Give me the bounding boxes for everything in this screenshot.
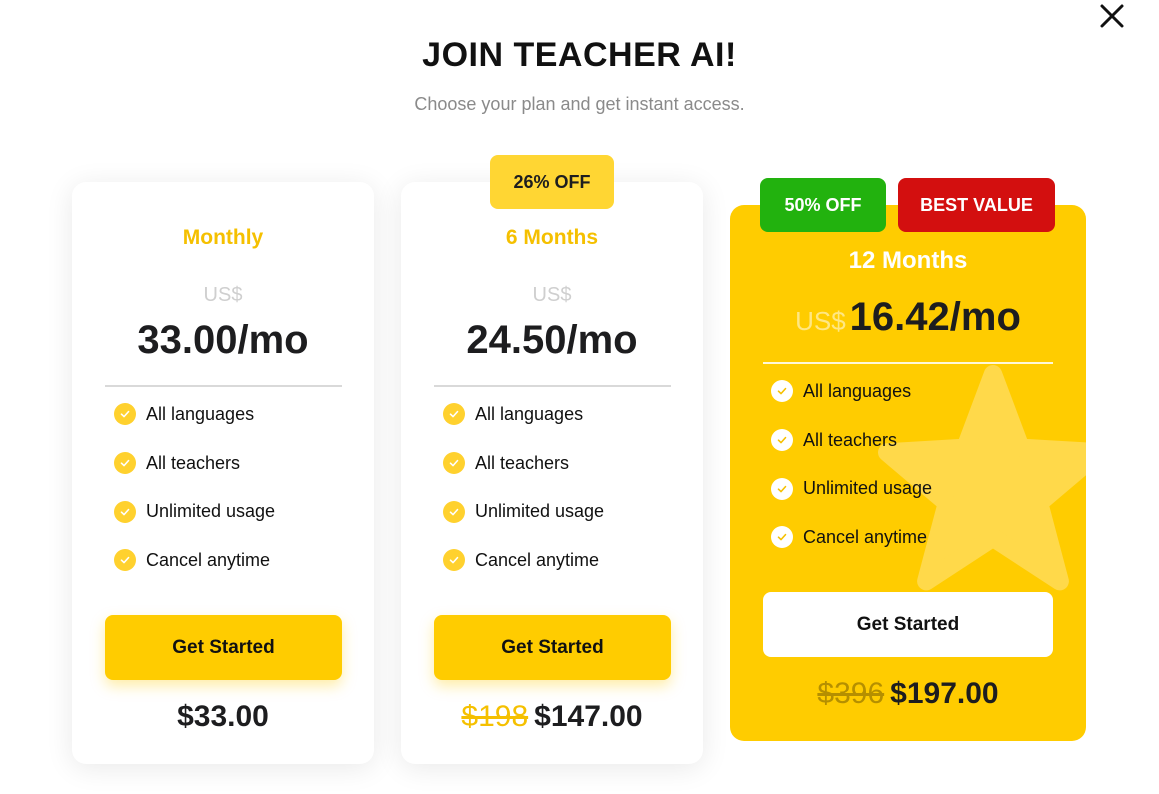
- feature-label: All teachers: [803, 429, 898, 450]
- divider: [434, 385, 671, 387]
- feature-item: Cancel anytime: [443, 536, 604, 585]
- plan-card-monthly: Monthly US$ 33.00/mo All languages All t…: [72, 182, 374, 764]
- feature-label: Cancel anytime: [803, 526, 928, 547]
- feature-list: All languages All teachers Unlimited usa…: [114, 390, 275, 585]
- plan-card-6-months: 6 Months US$ 24.50/mo All languages All …: [401, 182, 703, 764]
- plan-name: Monthly: [182, 226, 264, 249]
- feature-item: All teachers: [114, 439, 275, 488]
- currency-label: US$: [203, 284, 243, 306]
- check-icon: [114, 500, 136, 523]
- feature-label: All teachers: [475, 452, 570, 473]
- plan-total: $396 $197.00: [730, 677, 1086, 711]
- check-icon: [771, 429, 793, 452]
- feature-item: Cancel anytime: [114, 536, 275, 585]
- page-subtitle: Choose your plan and get instant access.: [414, 94, 745, 114]
- plan-total: $33.00: [72, 700, 374, 734]
- get-started-button-monthly[interactable]: Get Started: [105, 615, 342, 680]
- check-icon: [771, 526, 793, 549]
- check-icon: [443, 403, 465, 426]
- check-icon: [771, 477, 793, 500]
- feature-label: Unlimited usage: [146, 501, 276, 522]
- plan-price: 33.00/mo: [137, 318, 309, 362]
- feature-item: All teachers: [771, 416, 932, 465]
- feature-label: All languages: [146, 403, 255, 424]
- plan-price-row: US$ 16.42/mo: [730, 295, 1086, 340]
- currency-label: US$: [795, 306, 846, 336]
- feature-item: All languages: [443, 390, 604, 439]
- check-icon: [443, 500, 465, 523]
- check-icon: [443, 452, 465, 475]
- feature-list: All languages All teachers Unlimited usa…: [771, 367, 932, 562]
- feature-item: All languages: [771, 367, 932, 416]
- check-icon: [114, 403, 136, 426]
- feature-item: Unlimited usage: [771, 464, 932, 513]
- feature-label: All teachers: [146, 452, 241, 473]
- feature-item: Unlimited usage: [443, 487, 604, 536]
- close-icon: [1100, 4, 1124, 28]
- page-title: JOIN TEACHER AI!: [422, 36, 737, 74]
- get-started-button-6-months[interactable]: Get Started: [434, 615, 671, 680]
- original-price: $396: [817, 677, 885, 710]
- divider: [105, 385, 342, 387]
- total-price: $147.00: [534, 700, 643, 733]
- feature-label: Unlimited usage: [803, 478, 933, 499]
- discount-badge-50: 50% OFF: [760, 178, 886, 232]
- plan-price: 24.50/mo: [466, 318, 638, 362]
- currency-label: US$: [532, 284, 572, 306]
- feature-label: Cancel anytime: [146, 549, 271, 570]
- plan-price: 16.42/mo: [849, 295, 1021, 339]
- feature-item: All teachers: [443, 439, 604, 488]
- feature-label: Cancel anytime: [475, 549, 600, 570]
- feature-list: All languages All teachers Unlimited usa…: [443, 390, 604, 585]
- best-value-badge: BEST VALUE: [898, 178, 1055, 232]
- total-price: $33.00: [177, 700, 269, 733]
- feature-item: Cancel anytime: [771, 513, 932, 562]
- plan-name: 6 Months: [505, 226, 599, 249]
- plan-name: 12 Months: [848, 247, 968, 274]
- check-icon: [443, 549, 465, 572]
- plan-card-12-months: 12 Months US$ 16.42/mo All languages All …: [730, 205, 1086, 741]
- plan-total: $198 $147.00: [401, 700, 703, 734]
- total-price: $197.00: [890, 677, 999, 710]
- feature-label: All languages: [803, 380, 912, 401]
- check-icon: [114, 452, 136, 475]
- feature-item: Unlimited usage: [114, 487, 275, 536]
- feature-label: Unlimited usage: [475, 501, 605, 522]
- check-icon: [771, 380, 793, 403]
- feature-item: All languages: [114, 390, 275, 439]
- check-icon: [114, 549, 136, 572]
- get-started-button-12-months[interactable]: Get Started: [763, 592, 1053, 657]
- divider: [763, 362, 1053, 364]
- discount-badge-26: 26% OFF: [490, 155, 614, 209]
- close-button[interactable]: [1096, 0, 1128, 32]
- feature-label: All languages: [475, 403, 584, 424]
- original-price: $198: [461, 700, 529, 733]
